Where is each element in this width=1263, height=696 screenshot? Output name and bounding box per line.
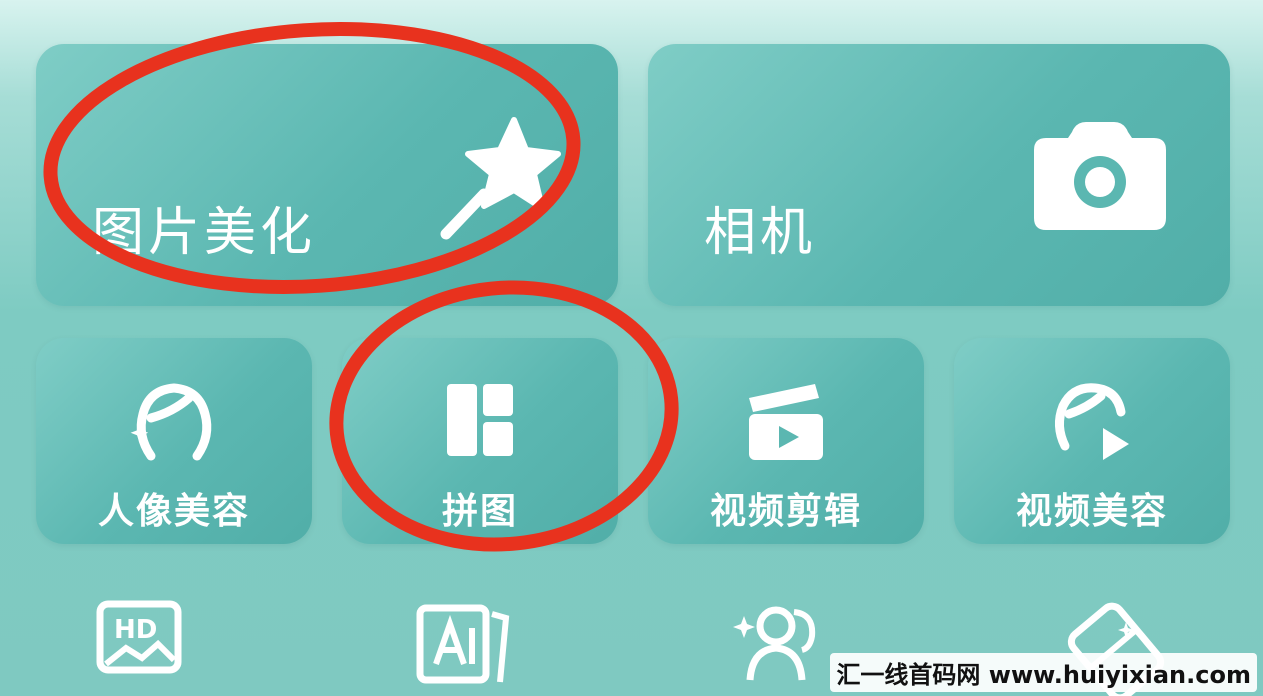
photo-beautify-label: 图片美化 [92, 203, 317, 263]
collage-layout-icon [447, 384, 513, 456]
camera-tile[interactable]: 相机 [648, 44, 1230, 306]
video-edit-tile[interactable]: 视频剪辑 [648, 338, 924, 544]
watermark: 汇一线首码网 www.huiyixian.com [830, 653, 1257, 692]
portrait-beauty-tile[interactable]: 人像美容 [36, 338, 312, 544]
camera-icon [1034, 122, 1166, 230]
portrait-face-icon [130, 383, 212, 461]
video-beauty-tile[interactable]: 视频美容 [954, 338, 1230, 544]
video-edit-label: 视频剪辑 [709, 491, 862, 532]
magic-wand-icon [440, 117, 561, 240]
collage-tile[interactable]: 拼图 [342, 338, 618, 544]
video-face-icon [1055, 383, 1129, 460]
video-beauty-label: 视频美容 [1015, 491, 1168, 532]
portrait-beauty-label: 人像美容 [97, 491, 250, 532]
photo-beautify-tile[interactable]: 图片美化 [36, 44, 618, 306]
camera-label: 相机 [704, 203, 817, 263]
clapperboard-icon [749, 384, 823, 460]
ai-image-icon[interactable] [414, 592, 514, 696]
people-sparkle-icon[interactable] [728, 592, 828, 696]
hd-image-icon[interactable]: HD [96, 592, 196, 696]
collage-label: 拼图 [441, 491, 518, 532]
svg-text:HD: HD [114, 615, 157, 645]
